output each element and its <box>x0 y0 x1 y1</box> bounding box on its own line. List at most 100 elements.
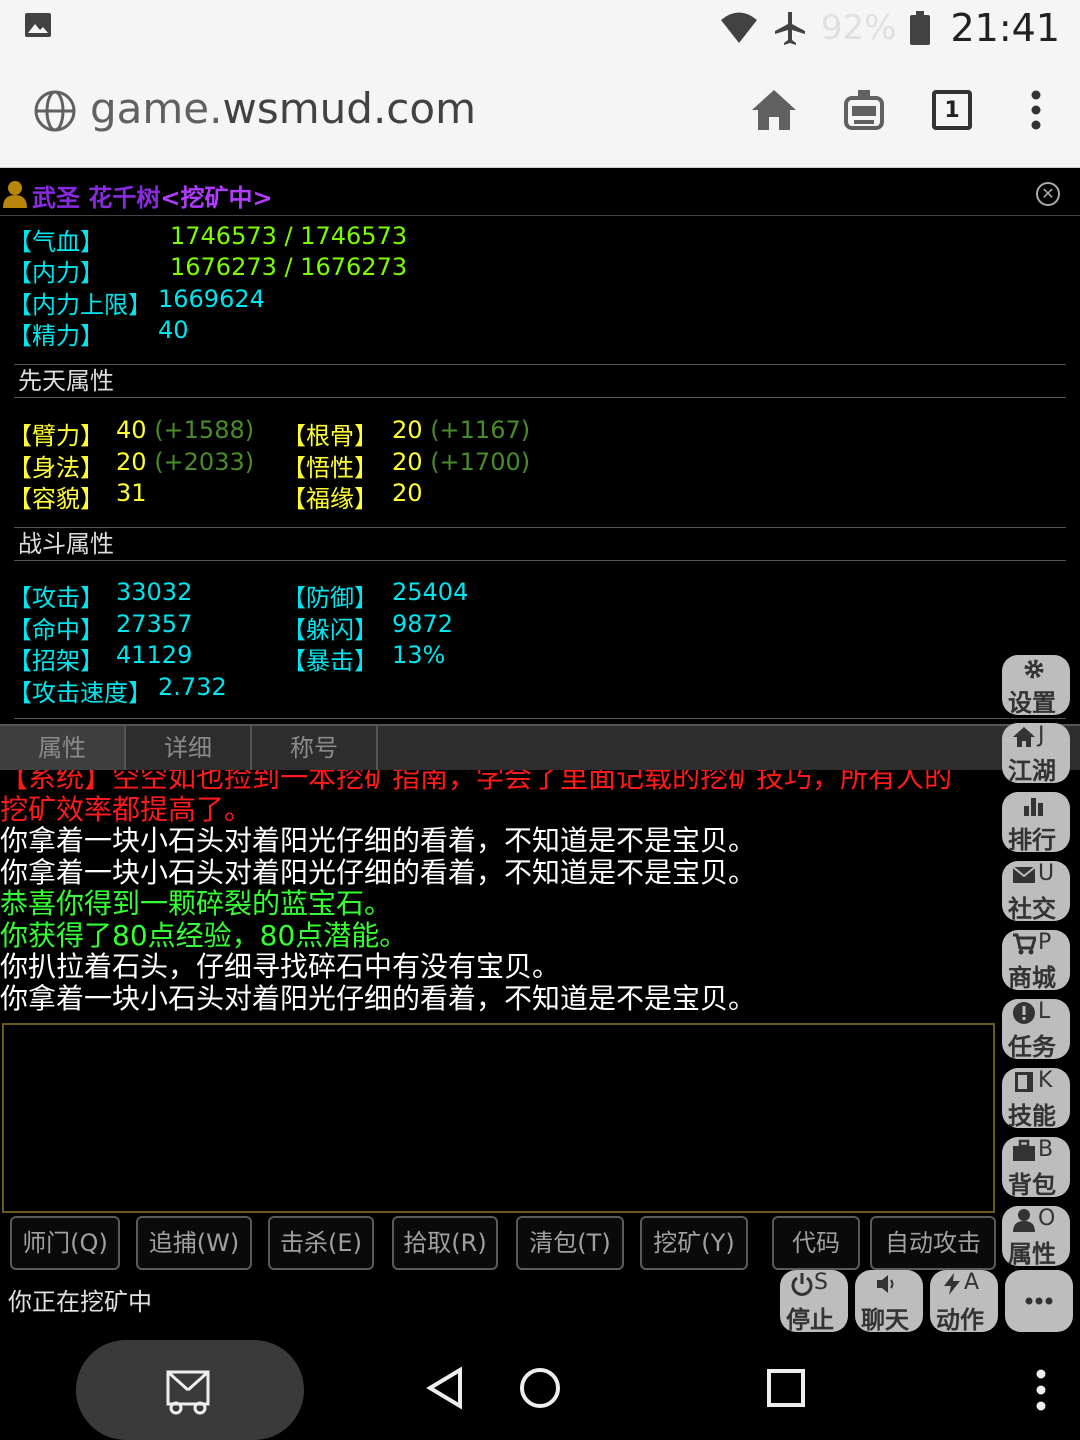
attr-value: 13% <box>392 641 446 669</box>
combat-row: 【躲闪】 9872 <box>282 610 453 644</box>
jianghu-button[interactable]: J 江湖 <box>1002 723 1070 785</box>
log-line: 你获得了80点经验，80点潜能。 <box>0 918 408 952</box>
message-log[interactable]: 【系统】空空如也捡到一本挖矿指南，学会了里面记载的挖矿技巧，所有人的 挖矿效率都… <box>0 770 1000 1022</box>
status-bar: 92% 21:41 <box>0 0 1080 60</box>
tab-attributes[interactable]: 属性 <box>0 726 126 770</box>
kill-button[interactable]: 击杀(E) <box>268 1216 374 1270</box>
bag-button[interactable]: B 背包 <box>1002 1137 1070 1199</box>
quest-button[interactable]: L 任务 <box>1002 999 1070 1061</box>
battery-icon <box>910 11 931 45</box>
innate-row: 【福缘】 20 <box>282 479 423 513</box>
globe-icon <box>34 90 76 132</box>
innate-row: 【悟性】 20 (+1700) <box>282 448 530 482</box>
clear-bag-button[interactable]: 清包(T) <box>516 1216 624 1270</box>
auto-attack-button[interactable]: 自动攻击 <box>870 1216 996 1270</box>
log-line: 你扒拉着石头，仔细寻找碎石中有没有宝贝。 <box>0 950 561 983</box>
social-button[interactable]: U 社交 <box>1002 861 1070 923</box>
innate-row: 【容貌】 31 <box>8 479 147 513</box>
home-button[interactable] <box>748 84 800 136</box>
command-input-area[interactable] <box>2 1023 995 1213</box>
shortcut-key: J <box>1038 723 1045 748</box>
gallery-icon <box>25 13 51 37</box>
close-icon[interactable]: ✕ <box>1036 182 1060 206</box>
attr-value: 20 <box>392 448 423 476</box>
bottom-button-label: 动作 <box>936 1306 984 1334</box>
screen-mirror-button[interactable] <box>76 1340 304 1440</box>
bot-button[interactable] <box>838 84 890 136</box>
vital-row: 【精力】 40 <box>8 316 189 350</box>
attr-value: 20 <box>392 479 423 507</box>
clock: 21:41 <box>950 6 1060 50</box>
vital-value: 1746573 / 1746573 <box>170 222 408 250</box>
url-field[interactable]: game.wsmud.com <box>90 84 476 133</box>
tab-switcher-button[interactable]: 1 <box>926 84 978 136</box>
attr-label: 【容貌】 <box>8 485 104 513</box>
browser-menu-button[interactable] <box>1010 84 1062 136</box>
vital-label: 【精力】 <box>8 322 104 350</box>
screen-mirror-icon <box>166 1370 210 1415</box>
tab-details[interactable]: 详细 <box>126 726 252 770</box>
tab-titles[interactable]: 称号 <box>252 726 378 770</box>
chat-button[interactable]: 聊天 <box>855 1270 923 1334</box>
side-button-label: 任务 <box>1008 1033 1056 1061</box>
innate-row: 【根骨】 20 (+1167) <box>282 416 530 450</box>
attributes-button[interactable]: O 属性 <box>1002 1206 1070 1268</box>
shortcut-key: O <box>1038 1206 1056 1231</box>
attr-value: 40 <box>116 416 147 444</box>
bot-icon <box>844 90 884 130</box>
status-icons: 92% 21:41 <box>719 4 1060 52</box>
power-icon <box>791 1273 813 1296</box>
attr-label: 【暴击】 <box>282 647 378 675</box>
attr-label: 【福缘】 <box>282 485 378 513</box>
gear-icon <box>1024 659 1044 679</box>
attr-value: 2.732 <box>158 673 227 701</box>
attr-bonus: (+1588) <box>154 416 255 444</box>
shortcut-key: K <box>1038 1068 1053 1093</box>
combat-row: 【攻击】 33032 <box>8 578 192 612</box>
combat-row: 【攻击速度】 2.732 <box>8 673 227 707</box>
recents-icon[interactable] <box>766 1368 806 1408</box>
attr-bonus: (+1700) <box>430 448 531 476</box>
log-line: 你拿着一块小石头对着阳光仔细的看着，不知道是不是宝贝。 <box>0 981 757 1015</box>
system-navigation-bar <box>0 1336 1080 1440</box>
log-line: 你拿着一块小石头对着阳光仔细的看着，不知道是不是宝贝。 <box>0 855 757 889</box>
sect-button[interactable]: 师门(Q) <box>10 1216 120 1270</box>
home-circle-icon[interactable] <box>518 1366 562 1410</box>
more-vert-icon[interactable] <box>1034 1368 1048 1412</box>
home-icon <box>1013 727 1035 747</box>
bottom-button-label: 聊天 <box>861 1306 909 1334</box>
action-button[interactable]: A 动作 <box>930 1270 998 1334</box>
combat-section-header: 战斗属性 <box>14 527 1066 561</box>
character-rank: 武圣 <box>32 184 80 212</box>
bottom-button-label: 停止 <box>786 1306 834 1334</box>
ranking-button[interactable]: 排行 <box>1002 792 1070 854</box>
combat-row: 【命中】 27357 <box>8 610 192 644</box>
more-button[interactable] <box>1005 1270 1073 1332</box>
vital-value: 40 <box>158 316 189 344</box>
attr-value: 41129 <box>116 641 193 669</box>
settings-button[interactable]: 设置 <box>1002 655 1070 717</box>
attr-label: 【攻击】 <box>8 584 104 612</box>
code-button[interactable]: 代码 <box>772 1216 860 1270</box>
mine-button[interactable]: 挖矿(Y) <box>640 1216 748 1270</box>
shop-button[interactable]: P 商城 <box>1002 930 1070 992</box>
skills-button[interactable]: K 技能 <box>1002 1068 1070 1130</box>
character-status: <挖矿中> <box>160 184 273 212</box>
back-icon[interactable] <box>424 1366 464 1410</box>
briefcase-icon <box>1013 1139 1035 1161</box>
url-domain: wsmud.com <box>222 84 476 133</box>
log-line: 你拿着一块小石头对着阳光仔细的看着，不知道是不是宝贝。 <box>0 824 757 857</box>
attr-label: 【根骨】 <box>282 422 378 450</box>
pickup-button[interactable]: 拾取(R) <box>392 1216 498 1270</box>
person-icon <box>3 181 27 208</box>
stop-button[interactable]: S 停止 <box>780 1270 848 1334</box>
attr-label: 【命中】 <box>8 616 104 644</box>
battery-percent: 92% <box>820 8 897 48</box>
side-button-label: 商城 <box>1008 964 1056 992</box>
panel-tabs: 属性 详细 称号 <box>0 724 1080 770</box>
attr-bonus: (+2033) <box>154 448 255 476</box>
pursue-button[interactable]: 追捕(W) <box>136 1216 252 1270</box>
wifi-icon <box>720 12 757 43</box>
attr-label: 【臂力】 <box>8 422 104 450</box>
url-host: game. <box>90 84 223 133</box>
